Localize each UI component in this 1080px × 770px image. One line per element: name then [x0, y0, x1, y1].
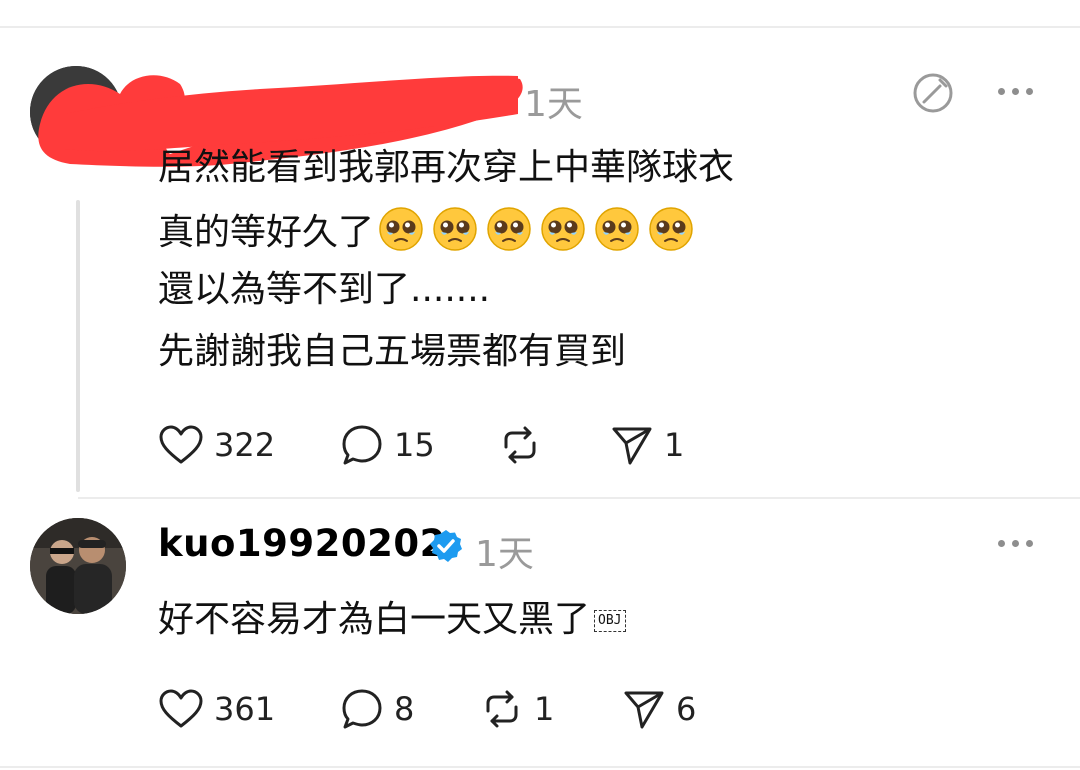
share-count: 6 [676, 690, 697, 728]
more-options-icon[interactable] [998, 88, 1033, 95]
pleading-face-emoji [541, 207, 585, 251]
username[interactable]: kuo19920202 [158, 522, 446, 565]
comment-icon [342, 689, 382, 729]
heart-icon [159, 425, 203, 464]
thread-line [76, 200, 80, 492]
repost-button[interactable] [498, 420, 542, 470]
send-icon [624, 691, 664, 729]
post-text-line: 還以為等不到了....... [158, 269, 491, 310]
post-timestamp: 1天 [475, 534, 534, 575]
pleading-face-emoji-row [378, 207, 702, 253]
avatar[interactable] [30, 518, 126, 614]
post-text-line: 居然能看到我郭再次穿上中華隊球衣 [158, 147, 735, 188]
comment-icon [342, 425, 382, 465]
like-button[interactable]: 361 [158, 684, 275, 734]
post-text: 真的等好久了 [158, 212, 375, 253]
post-divider [78, 497, 1080, 499]
heart-icon [159, 689, 203, 728]
more-options-icon[interactable] [998, 540, 1033, 547]
post-timestamp: 1天 [524, 84, 583, 125]
comment-button[interactable]: 8 [340, 684, 414, 734]
pleading-face-emoji [433, 207, 477, 251]
repost-icon [486, 690, 518, 728]
pleading-face-emoji [379, 207, 423, 251]
repost-button[interactable]: 1 [480, 684, 554, 734]
comment-count: 8 [394, 690, 415, 728]
pleading-face-emoji [649, 207, 693, 251]
bottom-divider [0, 766, 1080, 768]
send-icon [612, 427, 652, 465]
pleading-face-emoji [487, 207, 531, 251]
comment-count: 15 [394, 426, 435, 464]
like-button[interactable]: 322 [158, 420, 275, 470]
edit-icon[interactable] [910, 70, 956, 120]
object-replacement-glyph: OBJ [594, 610, 626, 632]
repost-count: 1 [534, 690, 555, 728]
share-count: 1 [664, 426, 685, 464]
post-text-line: 好不容易才為白一天又黑了 OBJ [158, 596, 626, 644]
like-count: 361 [214, 690, 276, 728]
pleading-face-emoji [595, 207, 639, 251]
verified-badge-icon [430, 530, 462, 562]
comment-button[interactable]: 15 [340, 420, 435, 470]
like-count: 322 [214, 426, 276, 464]
post-text: 好不容易才為白一天又黑了 [158, 599, 591, 640]
post-text-line: 真的等好久了 [158, 206, 702, 257]
post-text-line: 先謝謝我自己五場票都有買到 [158, 331, 627, 372]
share-button[interactable]: 1 [610, 420, 684, 470]
repost-icon [504, 426, 536, 464]
top-divider [0, 26, 1080, 28]
share-button[interactable]: 6 [622, 684, 696, 734]
